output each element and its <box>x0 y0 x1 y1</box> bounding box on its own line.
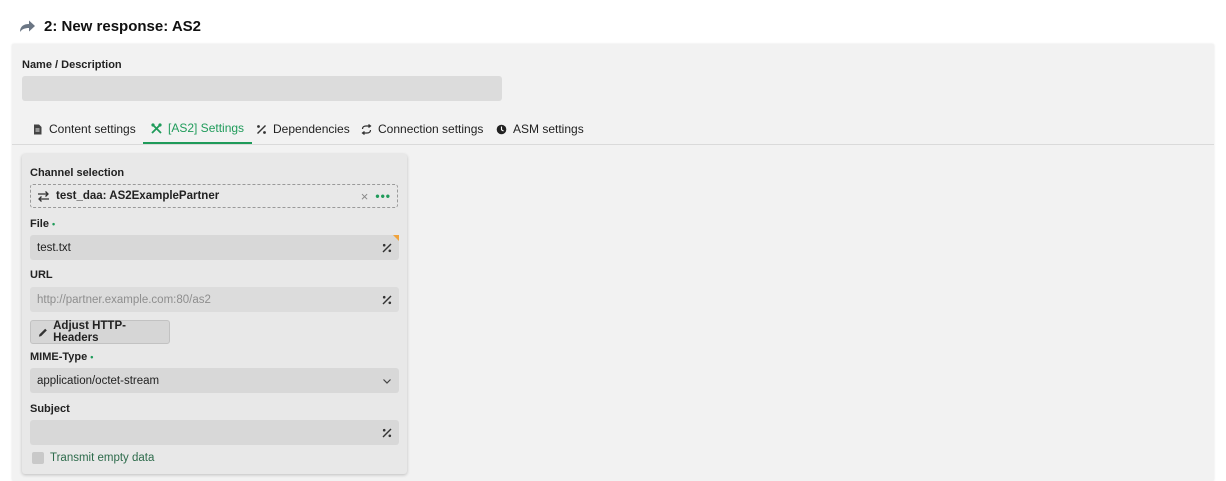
tab-content-settings[interactable]: Content settings <box>24 114 144 144</box>
tab-label: Dependencies <box>273 122 350 136</box>
name-description-input[interactable] <box>22 76 502 101</box>
asm-icon <box>496 124 507 134</box>
mime-label-text: MIME-Type <box>30 351 88 363</box>
swap-icon <box>38 190 49 202</box>
file-value: test.txt <box>37 241 71 254</box>
refresh-icon <box>361 123 372 135</box>
forward-arrow-icon <box>20 20 35 32</box>
channel-selection-label: Channel selection <box>30 167 125 179</box>
transmit-empty-data-label[interactable]: Transmit empty data <box>50 452 154 464</box>
variable-icon[interactable] <box>382 295 392 305</box>
url-placeholder: http://partner.example.com:80/as2 <box>37 293 211 306</box>
name-label: Name / Description <box>22 59 122 71</box>
pencil-icon <box>38 328 47 337</box>
mime-type-value: application/octet-stream <box>37 374 160 387</box>
file-field[interactable]: test.txt <box>30 235 399 260</box>
as2-settings-card: Channel selection test_daa: AS2ExamplePa… <box>22 154 407 474</box>
channel-selection-field[interactable]: test_daa: AS2ExamplePartner × ••• <box>30 184 398 208</box>
subject-field[interactable] <box>30 420 399 445</box>
tab-label: ASM settings <box>513 122 584 136</box>
required-marker: • <box>51 219 56 229</box>
tab-label: [AS2] Settings <box>168 121 245 135</box>
file-label-text: File <box>30 218 49 230</box>
mime-type-label: MIME-Type • <box>30 351 93 363</box>
clear-icon[interactable]: × <box>361 190 369 203</box>
more-icon[interactable]: ••• <box>375 190 391 202</box>
tab-bar: Content settings [AS2] Settings Dependen… <box>12 114 1214 145</box>
percent-icon <box>257 124 266 134</box>
required-marker: • <box>90 352 94 362</box>
mime-type-select[interactable]: application/octet-stream <box>30 368 399 393</box>
url-field[interactable]: http://partner.example.com:80/as2 <box>30 287 399 312</box>
tools-icon <box>151 122 162 134</box>
variable-icon[interactable] <box>382 243 392 253</box>
tab-dependencies[interactable]: Dependencies <box>248 114 358 144</box>
transmit-empty-data-checkbox[interactable] <box>32 452 44 464</box>
page-title: 2: New response: AS2 <box>18 14 201 38</box>
transmit-empty-data-row: Transmit empty data <box>32 452 154 464</box>
modified-marker <box>393 235 399 241</box>
tab-label: Connection settings <box>378 122 484 136</box>
variable-icon[interactable] <box>382 428 392 438</box>
document-icon <box>34 124 42 134</box>
file-label: File • <box>30 218 55 230</box>
tab-label: Content settings <box>49 122 136 136</box>
response-panel: Name / Description Content settings [AS2… <box>12 44 1214 481</box>
adjust-button-label: Adjust HTTP-Headers <box>53 320 126 344</box>
page-title-text: 2: New response: AS2 <box>44 17 201 35</box>
url-label: URL <box>30 269 53 281</box>
adjust-http-headers-button[interactable]: Adjust HTTP-Headers <box>30 320 170 344</box>
tab-asm-settings[interactable]: ASM settings <box>488 114 592 144</box>
tab-connection-settings[interactable]: Connection settings <box>353 114 491 144</box>
tab-as2-settings[interactable]: [AS2] Settings <box>143 114 253 144</box>
channel-value: test_daa: AS2ExamplePartner <box>56 190 220 202</box>
chevron-down-icon <box>383 378 391 384</box>
subject-label: Subject <box>30 403 70 415</box>
